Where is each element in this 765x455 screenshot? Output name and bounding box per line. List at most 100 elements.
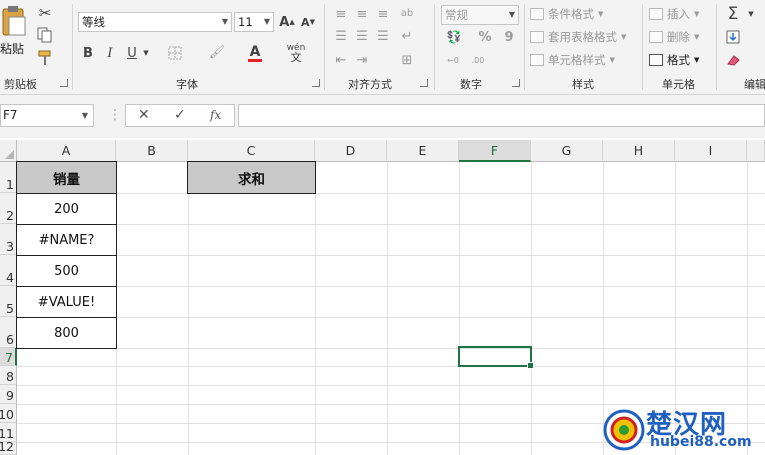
- align-top-icon[interactable]: ≡: [332, 6, 350, 22]
- cell-styles-label: 单元格样式: [548, 53, 606, 67]
- cut-icon[interactable]: ✂: [36, 4, 54, 22]
- increase-decimal-icon[interactable]: ←0: [443, 52, 463, 68]
- row-header-3[interactable]: 3: [0, 224, 17, 255]
- autosum-button[interactable]: Σ: [722, 4, 744, 24]
- cell-c1[interactable]: 求和: [187, 161, 316, 194]
- bold-button[interactable]: B: [80, 44, 96, 62]
- align-center-icon[interactable]: ☰: [353, 28, 371, 44]
- fill-icon[interactable]: [724, 28, 742, 46]
- accounting-format-icon[interactable]: 💱: [443, 28, 465, 46]
- underline-button[interactable]: U: [124, 44, 140, 62]
- number-launcher-icon[interactable]: [512, 79, 520, 87]
- font-color-icon[interactable]: A: [246, 42, 264, 64]
- paste-icon[interactable]: [0, 4, 28, 38]
- comma-style-button[interactable]: 9: [500, 28, 518, 46]
- align-bottom-icon[interactable]: ≡: [374, 6, 392, 22]
- alignment-group-label: 对齐方式: [348, 78, 392, 91]
- decrease-decimal-icon[interactable]: .00: [468, 52, 488, 68]
- decrease-font-icon[interactable]: A ▼: [300, 12, 316, 32]
- insert-function-icon[interactable]: fx: [210, 108, 221, 122]
- cells-group-label: 单元格: [662, 78, 695, 91]
- row-header-10[interactable]: 10: [0, 404, 17, 423]
- cell-a2[interactable]: 200: [16, 193, 117, 225]
- column-header-e[interactable]: E: [387, 140, 459, 162]
- number-format-select[interactable]: 常规 ▼: [441, 5, 519, 25]
- row-header-2[interactable]: 2: [0, 193, 17, 224]
- format-cells-icon: [649, 54, 663, 66]
- column-header-i[interactable]: I: [675, 140, 747, 162]
- cancel-icon[interactable]: ✕: [138, 107, 150, 123]
- format-cells-button[interactable]: 格式 ▼: [649, 52, 699, 68]
- autosum-dropdown-icon[interactable]: ▼: [746, 9, 756, 19]
- cell-a6[interactable]: 800: [16, 317, 117, 349]
- copy-icon[interactable]: [36, 27, 54, 43]
- cell-a4[interactable]: 500: [16, 255, 117, 287]
- phonetic-icon[interactable]: wén 文: [284, 42, 308, 64]
- select-all-corner[interactable]: [0, 140, 17, 162]
- percent-button[interactable]: %: [476, 28, 494, 46]
- font-launcher-icon[interactable]: [312, 79, 320, 87]
- orientation-icon[interactable]: ab: [398, 4, 416, 22]
- name-box[interactable]: F7 ▼: [0, 104, 94, 127]
- italic-button[interactable]: I: [102, 44, 118, 62]
- watermark-url: hubei88.com: [650, 434, 752, 450]
- enter-icon[interactable]: ✓: [174, 107, 186, 123]
- row-header-11[interactable]: 11: [0, 423, 17, 442]
- row-header-1[interactable]: 1: [0, 162, 17, 193]
- clear-icon[interactable]: [724, 52, 742, 68]
- insert-cells-label: 插入: [667, 7, 690, 21]
- align-left-icon[interactable]: ☰: [332, 28, 350, 44]
- formula-bar-grip-icon: ⋮: [108, 107, 122, 123]
- increase-font-icon[interactable]: A ▲: [279, 12, 295, 32]
- row-header-7[interactable]: 7: [0, 348, 17, 366]
- paste-button[interactable]: 粘贴: [0, 40, 24, 57]
- column-header-next[interactable]: [747, 140, 765, 162]
- format-painter-icon[interactable]: [36, 50, 54, 66]
- font-size-value: 11: [238, 15, 253, 29]
- row-header-5[interactable]: 5: [0, 286, 17, 317]
- cell-a1[interactable]: 销量: [16, 161, 117, 194]
- underline-dropdown-icon[interactable]: ▼: [142, 48, 150, 58]
- cell-a5[interactable]: #VALUE!: [16, 286, 117, 318]
- merge-center-icon[interactable]: ⊞: [398, 52, 416, 68]
- column-header-c[interactable]: C: [188, 140, 315, 162]
- column-header-h[interactable]: H: [603, 140, 675, 162]
- row-header-8[interactable]: 8: [0, 366, 17, 385]
- watermark: 楚汉网 hubei88.com: [602, 404, 765, 455]
- formula-input[interactable]: [238, 104, 765, 127]
- conditional-format-label: 条件格式: [548, 7, 594, 21]
- alignment-launcher-icon[interactable]: [420, 79, 428, 87]
- column-header-d[interactable]: D: [315, 140, 387, 162]
- font-group-label: 字体: [176, 78, 198, 91]
- row-header-6[interactable]: 6: [0, 317, 17, 348]
- row-header-4[interactable]: 4: [0, 255, 17, 286]
- format-as-table-button[interactable]: 套用表格格式 ▼: [530, 29, 626, 45]
- row-header-12[interactable]: 12: [0, 442, 17, 455]
- clipboard-group-label: 剪贴板: [4, 78, 37, 91]
- font-name-select[interactable]: 等线 ▼: [78, 12, 232, 32]
- decrease-indent-icon[interactable]: ⇤: [332, 52, 350, 68]
- insert-cells-icon: [649, 8, 663, 20]
- font-size-select[interactable]: 11 ▼: [234, 12, 274, 32]
- row-header-9[interactable]: 9: [0, 385, 17, 404]
- wrap-text-icon[interactable]: ↵: [398, 28, 416, 44]
- column-header-g[interactable]: G: [531, 140, 603, 162]
- delete-cells-button[interactable]: 删除 ▼: [649, 29, 699, 45]
- font-name-value: 等线: [82, 15, 105, 29]
- cell-styles-icon: [530, 54, 544, 66]
- cell-a3[interactable]: #NAME?: [16, 224, 117, 256]
- conditional-format-button[interactable]: 条件格式 ▼: [530, 6, 603, 22]
- delete-cells-label: 删除: [667, 30, 690, 44]
- borders-icon[interactable]: [166, 44, 184, 62]
- insert-cells-button[interactable]: 插入 ▼: [649, 6, 699, 22]
- column-header-f[interactable]: F: [459, 140, 531, 162]
- increase-indent-icon[interactable]: ⇥: [353, 52, 371, 68]
- cell-styles-button[interactable]: 单元格样式 ▼: [530, 52, 615, 68]
- column-header-a[interactable]: A: [17, 140, 116, 162]
- active-cell-f7[interactable]: [458, 346, 534, 369]
- column-header-b[interactable]: B: [116, 140, 188, 162]
- align-right-icon[interactable]: ☰: [374, 28, 392, 44]
- align-middle-icon[interactable]: ≡: [353, 6, 371, 22]
- fill-color-icon[interactable]: 🖌: [208, 42, 226, 62]
- clipboard-launcher-icon[interactable]: [60, 79, 68, 87]
